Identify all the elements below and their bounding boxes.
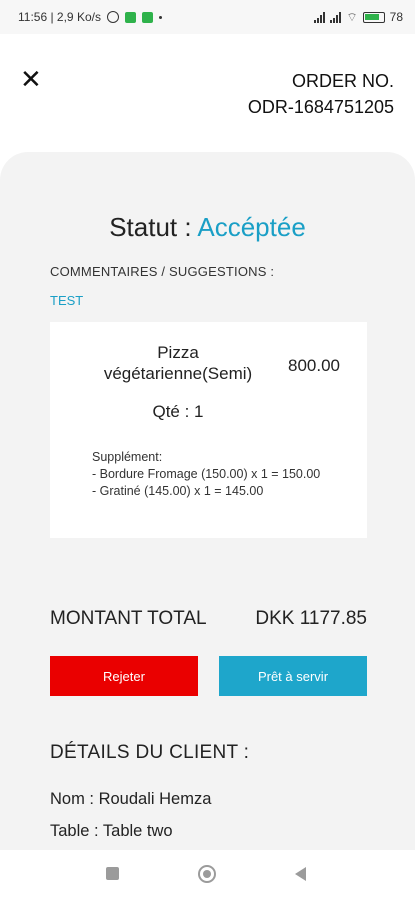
order-item-card: Pizza végétarienne(Semi) 800.00 Qté : 1 …: [50, 322, 367, 538]
order-label: ORDER NO.: [291, 71, 394, 91]
status-value: Accéptée: [197, 212, 306, 242]
recent-apps-icon[interactable]: [106, 867, 119, 880]
order-details-sheet: Statut : Accéptée COMMENTAIRES / SUGGEST…: [0, 152, 415, 850]
order-info: ORDER NO. ODR-1684751205: [248, 68, 394, 120]
total-value: DKK 1177.85: [255, 608, 367, 629]
client-table: Table : Table two: [50, 822, 173, 840]
status-label: Statut :: [109, 212, 198, 242]
order-number: ODR-1684751205: [247, 97, 394, 117]
wifi-icon: ⌔: [346, 9, 358, 24]
signal-icon-2: [330, 11, 342, 23]
total-label: MONTANT TOTAL: [50, 608, 207, 629]
ready-to-serve-button[interactable]: Prêt à servir: [219, 656, 367, 696]
status-time: 11:56 | 2,9 Ko/s: [18, 10, 101, 24]
app-notification-icon: [124, 11, 136, 23]
order-header: ✕ ORDER NO. ODR-1684751205: [0, 34, 415, 152]
close-icon[interactable]: ✕: [20, 66, 42, 92]
more-notifications-icon: [158, 15, 162, 19]
alarm-icon: [106, 11, 119, 23]
comments-value: TEST: [50, 293, 84, 308]
item-name: Pizza végétarienne(Semi): [103, 343, 253, 383]
back-icon[interactable]: [295, 867, 306, 881]
status-bar-right: ⌔ 78: [314, 10, 403, 25]
client-details-title: DÉTAILS DU CLIENT :: [50, 742, 250, 763]
system-nav-bar: [0, 850, 415, 900]
status-bar-left: 11:56 | 2,9 Ko/s: [18, 10, 162, 24]
supplement-line: - Gratiné (145.00) x 1 = 145.00: [92, 484, 264, 498]
item-price: 800.00: [288, 356, 340, 375]
signal-icon: [314, 11, 326, 23]
supplement-title: Supplément:: [92, 450, 163, 464]
supplement-line: - Bordure Fromage (150.00) x 1 = 150.00: [92, 467, 321, 481]
home-icon[interactable]: [198, 865, 216, 883]
order-status: Statut : Accéptée: [0, 212, 415, 243]
battery-level: 78: [389, 10, 403, 24]
item-quantity: Qté : 1: [152, 402, 204, 421]
client-name: Nom : Roudali Hemza: [50, 790, 212, 808]
status-bar: 11:56 | 2,9 Ko/s ⌔ 78: [0, 0, 415, 34]
battery-icon: [362, 11, 385, 23]
comments-label: COMMENTAIRES / SUGGESTIONS :: [50, 264, 275, 279]
app-notification-icon-2: [141, 11, 153, 23]
reject-button[interactable]: Rejeter: [50, 656, 198, 696]
total-row: MONTANT TOTAL DKK 1177.85: [50, 608, 367, 630]
item-supplements: Supplément: - Bordure Fromage (150.00) x…: [92, 449, 342, 500]
